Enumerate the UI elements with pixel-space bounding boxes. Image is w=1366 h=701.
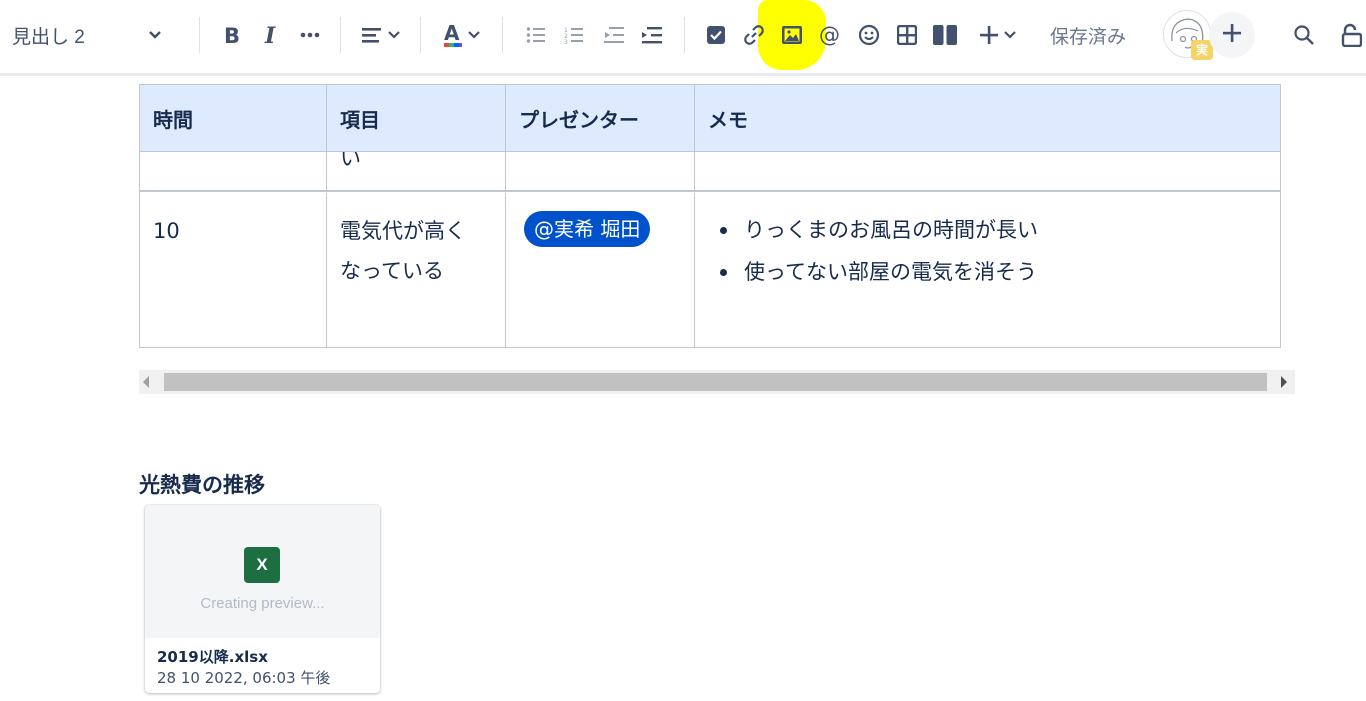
cell-text: なっている	[340, 259, 444, 283]
toolbar-divider	[420, 17, 421, 53]
insert-more-button[interactable]	[972, 17, 1022, 53]
file-attachment-card[interactable]: X Creating preview... 2019以降.xlsx 28 10 …	[145, 505, 380, 693]
text-style-select[interactable]: 見出し 2	[12, 17, 162, 53]
align-icon	[361, 27, 383, 43]
emoji-button[interactable]	[853, 17, 885, 53]
mention-button[interactable]: @	[814, 17, 846, 53]
lock-icon	[1340, 23, 1362, 47]
chevron-down-icon	[148, 30, 162, 40]
table-icon	[897, 25, 917, 45]
svg-text:@: @	[819, 24, 840, 46]
save-status: 保存済み	[1050, 26, 1127, 48]
svg-text:I: I	[264, 24, 276, 46]
layout-icon	[933, 25, 957, 45]
agenda-table: 時間 項目 プレゼンター メモ い 10 電気代が高く なっている @実希 堀田…	[139, 84, 1281, 348]
insert-plus-icon	[979, 25, 999, 45]
table-cell[interactable]	[140, 152, 327, 190]
scrollbar-thumb[interactable]	[164, 373, 1267, 391]
toolbar-divider	[502, 17, 503, 53]
numbered-list-icon: 123	[564, 26, 584, 44]
section-heading: 光熱費の推移	[139, 473, 265, 497]
plus-icon	[1222, 23, 1242, 47]
more-formatting-button[interactable]	[294, 17, 326, 53]
table-cell[interactable]	[506, 152, 695, 190]
chevron-down-icon	[387, 31, 400, 39]
text-style-label: 見出し 2	[12, 26, 85, 48]
table-header-cell[interactable]: 時間	[140, 85, 327, 152]
table-row: い	[140, 148, 1280, 192]
table-button[interactable]	[891, 17, 923, 53]
text-color-button[interactable]: A	[436, 17, 486, 53]
horizontal-scrollbar[interactable]	[139, 370, 1295, 394]
more-icon	[300, 32, 320, 38]
bullet-list-button[interactable]	[520, 17, 552, 53]
indent-icon	[641, 26, 663, 44]
numbered-list-button[interactable]: 123	[558, 17, 590, 53]
preview-status: Creating preview...	[200, 595, 325, 612]
table-cell[interactable]	[695, 152, 1280, 190]
table-cell[interactable]: い	[327, 148, 506, 190]
table-row: 10 電気代が高く なっている @実希 堀田 りっくまのお風呂の時間が長い 使っ…	[140, 193, 1280, 347]
user-mention[interactable]: @実希 堀田	[524, 211, 651, 247]
memo-list: りっくまのお風呂の時間が長い 使ってない部屋の電気を消そう	[708, 207, 1269, 295]
scroll-right-icon[interactable]	[1281, 376, 1287, 388]
restrictions-button[interactable]	[1340, 17, 1366, 53]
image-icon	[782, 26, 802, 44]
file-name: 2019以降.xlsx	[157, 648, 268, 666]
action-item-button[interactable]	[700, 17, 732, 53]
mention-icon: @	[819, 24, 841, 46]
table-header-cell[interactable]: メモ	[695, 85, 1280, 152]
list-item: 使ってない部屋の電気を消そう	[708, 249, 1269, 295]
svg-text:A: A	[444, 22, 460, 45]
layout-button[interactable]	[929, 17, 961, 53]
svg-text:B: B	[224, 24, 240, 46]
cell-text: 電気代が高く	[340, 219, 466, 243]
table-cell[interactable]: 電気代が高く なっている	[327, 193, 506, 347]
file-date: 28 10 2022, 06:03 午後	[157, 669, 331, 687]
table-header-cell[interactable]: プレゼンター	[506, 85, 695, 152]
table-cell[interactable]: 10	[140, 193, 327, 347]
link-button[interactable]	[738, 17, 770, 53]
cell-text: 10	[153, 219, 180, 243]
bold-button[interactable]: B	[216, 17, 248, 53]
invite-button[interactable]	[1209, 12, 1255, 58]
search-button[interactable]	[1288, 17, 1320, 53]
table-cell[interactable]: りっくまのお風呂の時間が長い 使ってない部屋の電気を消そう	[695, 193, 1280, 347]
chevron-down-icon	[468, 31, 480, 39]
svg-text:3: 3	[564, 39, 568, 44]
list-item: りっくまのお風呂の時間が長い	[708, 207, 1269, 253]
task-icon	[707, 26, 725, 44]
emoji-icon	[858, 24, 880, 46]
excel-file-icon: X	[244, 547, 280, 583]
table-cell[interactable]: @実希 堀田	[506, 193, 695, 347]
alignment-button[interactable]	[355, 17, 405, 53]
italic-button[interactable]: I	[255, 17, 287, 53]
toolbar-divider	[340, 17, 341, 53]
outdent-icon	[603, 26, 625, 44]
italic-icon: I	[261, 24, 281, 46]
outdent-button[interactable]	[598, 17, 630, 53]
editor-toolbar: 見出し 2 B I A 123 @ 保存済み 実	[0, 0, 1366, 76]
file-preview: X Creating preview...	[145, 505, 380, 638]
chevron-down-icon	[1003, 31, 1016, 39]
table-header-row: 時間 項目 プレゼンター メモ	[140, 85, 1280, 152]
bullet-list-icon	[526, 26, 546, 44]
indent-button[interactable]	[636, 17, 668, 53]
search-icon	[1293, 24, 1315, 46]
link-icon	[743, 24, 765, 46]
bold-icon: B	[222, 24, 242, 46]
scroll-left-icon[interactable]	[143, 376, 149, 388]
toolbar-divider	[684, 17, 685, 53]
table-header-cell[interactable]: 項目	[327, 85, 506, 152]
text-color-icon: A	[442, 22, 464, 48]
toolbar-divider	[199, 17, 200, 53]
image-button[interactable]	[776, 17, 808, 53]
